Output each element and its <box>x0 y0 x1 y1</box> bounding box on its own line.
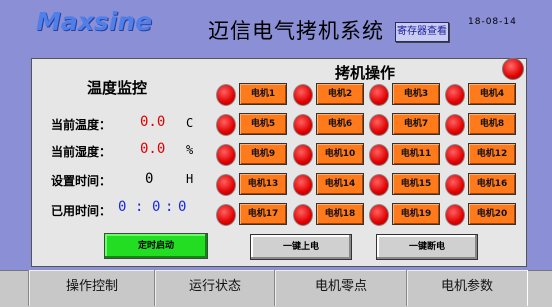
elapsed-sep-2: : <box>165 199 174 215</box>
motor-6-status-light <box>293 114 313 136</box>
motor-7-button[interactable]: 电机7 <box>392 113 440 135</box>
motor-13-button[interactable]: 电机13 <box>239 173 287 195</box>
motor-9-status-light <box>216 144 236 166</box>
current-humidity-value: 0.0 <box>140 141 166 157</box>
elapsed-seconds: 0 <box>178 199 187 215</box>
motor-6-button[interactable]: 电机6 <box>316 113 364 135</box>
motor-10-button[interactable]: 电机10 <box>316 143 364 165</box>
motor-9-button[interactable]: 电机9 <box>239 143 287 165</box>
motor-20-button[interactable]: 电机20 <box>468 203 516 225</box>
motor-operation-heading: 拷机操作 <box>335 64 396 82</box>
motor-7-status-light <box>369 114 389 136</box>
elapsed-time-label: 已用时间： <box>51 204 112 218</box>
motor-4-button[interactable]: 电机4 <box>468 83 516 105</box>
motor-3-status-light <box>369 84 389 106</box>
motor-19-button[interactable]: 电机19 <box>392 203 440 225</box>
motor-5-button[interactable]: 电机5 <box>239 113 287 135</box>
elapsed-minutes: 0 <box>152 199 161 215</box>
motor-17-button[interactable]: 电机17 <box>239 203 287 225</box>
current-temp-value: 0.0 <box>140 114 166 130</box>
set-time-unit: H <box>186 172 194 186</box>
motor-11-button[interactable]: 电机11 <box>392 143 440 165</box>
timed-start-button[interactable]: 定时启动 <box>104 233 208 259</box>
status-indicator-light <box>502 58 524 80</box>
current-temp-unit: C <box>186 116 194 130</box>
tab-operation-control[interactable]: 操作控制 <box>28 270 156 306</box>
motor-2-button[interactable]: 电机2 <box>316 83 364 105</box>
motor-8-button[interactable]: 电机8 <box>468 113 516 135</box>
power-off-all-button[interactable]: 一键断电 <box>376 234 478 260</box>
motor-16-button[interactable]: 电机16 <box>468 173 516 195</box>
motor-15-status-light <box>369 174 389 196</box>
motor-2-status-light <box>293 84 313 106</box>
motor-3-button[interactable]: 电机3 <box>392 83 440 105</box>
register-view-button[interactable]: 寄存器查看 <box>395 22 449 42</box>
motor-1-status-light <box>216 84 236 106</box>
tab-run-status[interactable]: 运行状态 <box>154 270 276 306</box>
motor-16-status-light <box>445 174 465 196</box>
motor-18-button[interactable]: 电机18 <box>316 203 364 225</box>
motor-8-status-light <box>445 114 465 136</box>
current-temp-label: 当前温度： <box>51 118 112 132</box>
motor-11-status-light <box>369 144 389 166</box>
motor-15-button[interactable]: 电机15 <box>392 173 440 195</box>
maxsine-logo: Maxsine <box>36 7 153 36</box>
motor-12-button[interactable]: 电机12 <box>468 143 516 165</box>
motor-14-button[interactable]: 电机14 <box>316 173 364 195</box>
current-humidity-label: 当前湿度： <box>51 145 112 159</box>
elapsed-sep-1: : <box>135 199 144 215</box>
motor-4-status-light <box>445 84 465 106</box>
elapsed-hours: 0 <box>118 199 127 215</box>
tab-motor-params[interactable]: 电机参数 <box>406 270 528 306</box>
motor-20-status-light <box>445 204 465 226</box>
motor-5-status-light <box>216 114 236 136</box>
motor-1-button[interactable]: 电机1 <box>239 83 287 105</box>
motor-13-status-light <box>216 174 236 196</box>
temperature-monitor-heading: 温度监控 <box>87 79 148 97</box>
date-display: 18-08-14 <box>468 17 517 27</box>
motor-18-status-light <box>293 204 313 226</box>
current-humidity-unit: % <box>186 143 194 157</box>
motor-12-status-light <box>445 144 465 166</box>
motor-19-status-light <box>369 204 389 226</box>
power-on-all-button[interactable]: 一键上电 <box>250 234 352 260</box>
set-time-value[interactable]: 0 <box>145 171 153 187</box>
set-time-label: 设置时间： <box>51 174 112 188</box>
motor-14-status-light <box>293 174 313 196</box>
motor-17-status-light <box>216 204 236 226</box>
tab-motor-zero[interactable]: 电机零点 <box>274 270 408 306</box>
motor-10-status-light <box>293 144 313 166</box>
page-title: 迈信电气拷机系统 <box>208 19 384 43</box>
